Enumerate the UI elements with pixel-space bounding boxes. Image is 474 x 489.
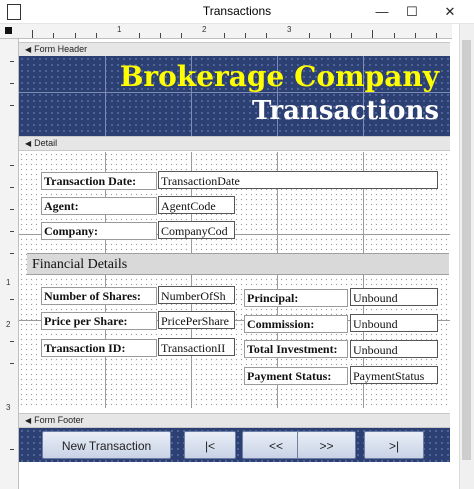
section-label: Form Footer [34, 415, 84, 425]
close-button[interactable]: ✕ [432, 0, 468, 23]
agent-field[interactable]: AgentCode [158, 196, 235, 214]
form-subtitle[interactable]: Transactions [139, 96, 439, 126]
ruler-corner[interactable] [0, 24, 23, 39]
scrollbar-thumb[interactable] [462, 40, 471, 460]
form-selector-icon[interactable] [5, 27, 12, 34]
price-field[interactable]: PricePerShare [158, 311, 235, 329]
new-transaction-button[interactable]: New Transaction [42, 431, 171, 459]
first-record-button[interactable]: |< [184, 431, 236, 459]
form-footer: New Transaction |< << >> >| [19, 428, 450, 462]
commission-field[interactable]: Unbound [350, 314, 438, 332]
ruler-mark: 1 [6, 278, 11, 287]
total-investment-field[interactable]: Unbound [350, 340, 438, 358]
maximize-button[interactable]: ☐ [394, 0, 430, 23]
commission-label: Commission: [244, 315, 348, 333]
agent-label: Agent: [41, 197, 157, 215]
principal-field[interactable]: Unbound [350, 288, 438, 306]
form-header-bar[interactable]: ◀ Form Header [19, 42, 450, 57]
form-footer-bar[interactable]: ◀ Form Footer [19, 413, 450, 428]
transaction-date-field[interactable]: TransactionDate [158, 171, 438, 189]
section-arrow-icon: ◀ [25, 139, 32, 148]
detail-bar[interactable]: ◀ Detail [19, 136, 450, 151]
horizontal-ruler: 1 2 3 [22, 24, 452, 39]
payment-status-label: Payment Status: [244, 367, 348, 385]
form-header: Brokerage Company Transactions [19, 56, 450, 136]
ruler-mark: 3 [6, 403, 11, 412]
principal-label: Principal: [244, 289, 348, 307]
vertical-ruler: 1 2 3 [0, 39, 19, 489]
ruler-mark: 2 [6, 320, 11, 329]
title-bar: Transactions — ☐ ✕ [0, 0, 474, 24]
transaction-id-label: Transaction ID: [41, 339, 157, 357]
price-label: Price per Share: [41, 312, 157, 330]
ruler-mark: 1 [117, 25, 122, 34]
shares-label: Number of Shares: [41, 287, 157, 305]
last-record-button[interactable]: >| [364, 431, 424, 459]
section-arrow-icon: ◀ [25, 416, 32, 425]
company-label: Company: [41, 222, 157, 240]
section-label: Detail [34, 138, 58, 148]
company-title[interactable]: Brokerage Company [89, 60, 439, 93]
ruler-mark: 2 [202, 25, 207, 34]
total-investment-label: Total Investment: [244, 340, 348, 358]
shares-field[interactable]: NumberOfSh [158, 286, 235, 304]
next-record-button[interactable]: >> [297, 431, 356, 459]
section-arrow-icon: ◀ [25, 45, 32, 54]
section-label: Form Header [34, 44, 88, 54]
financial-details-heading[interactable]: Financial Details [27, 253, 449, 275]
ruler-mark: 3 [287, 25, 292, 34]
payment-status-field[interactable]: PaymentStatus [350, 366, 438, 384]
transaction-date-label: Transaction Date: [41, 172, 157, 190]
company-field[interactable]: CompanyCod [158, 221, 235, 239]
transaction-id-field[interactable]: TransactionII [158, 338, 235, 356]
